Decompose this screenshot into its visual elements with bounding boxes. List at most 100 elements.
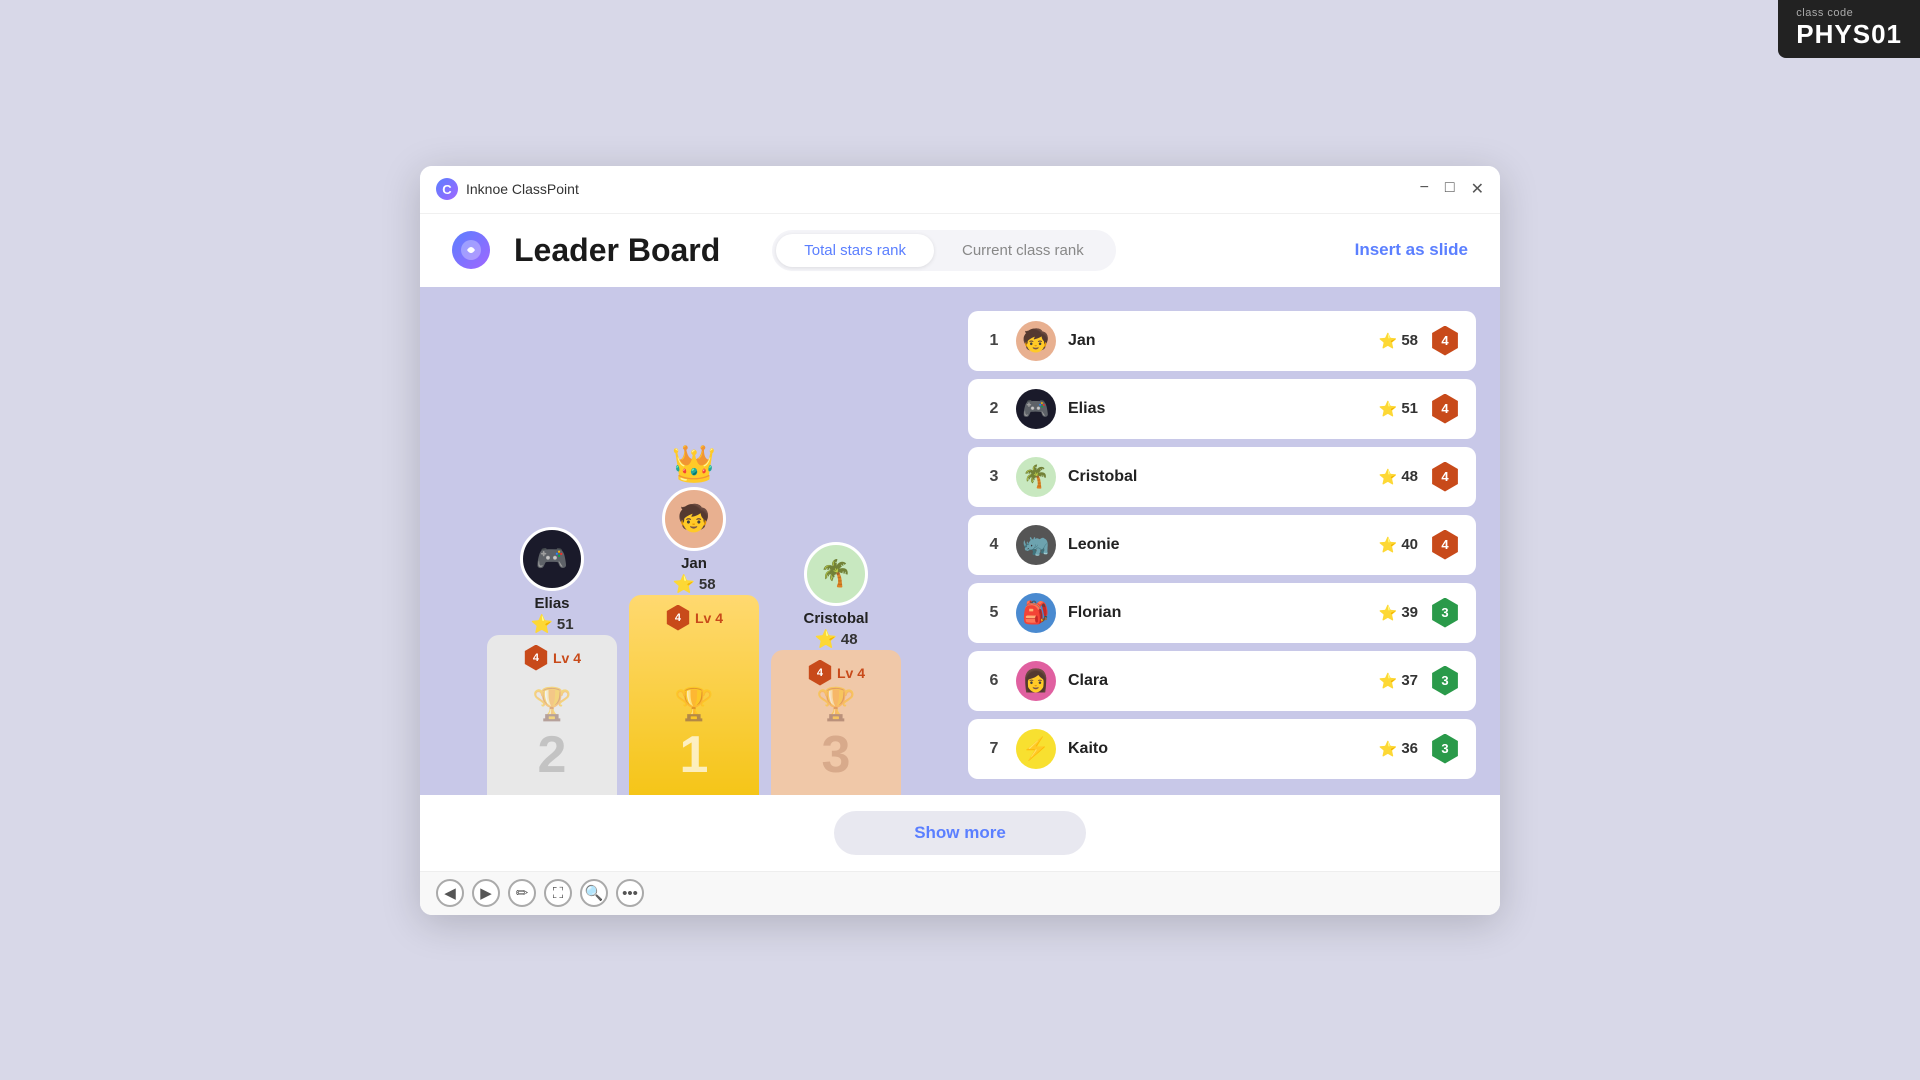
tab-total-stars[interactable]: Total stars rank [776, 234, 934, 267]
frame-button[interactable]: ⛶ [544, 879, 572, 907]
trophy-icon-2: 🏆 [532, 685, 572, 723]
rank-name: Jan [1068, 332, 1367, 350]
maximize-button[interactable]: □ [1445, 179, 1455, 199]
star-icon: ⭐ [1379, 672, 1398, 690]
podium-rank-1: 1 [680, 729, 709, 781]
crown-icon: 👑 [672, 443, 717, 485]
rank-star-count: 40 [1401, 536, 1418, 553]
trophy-icon-3: 🏆 [816, 685, 856, 723]
podium-player-2: 🎮 Elias ⭐ 51 4 Lv 4 🏆 2 [487, 527, 617, 795]
podium-rank-2: 2 [538, 729, 567, 781]
rank-number: 6 [984, 672, 1004, 690]
rank-avatar: 🎒 [1016, 593, 1056, 633]
podium-rank-3: 3 [822, 729, 851, 781]
minimize-button[interactable]: − [1420, 179, 1429, 199]
rank-stars: ⭐ 36 [1379, 740, 1418, 758]
player-name-elias: Elias [534, 595, 569, 612]
insert-as-slide-button[interactable]: Insert as slide [1355, 240, 1468, 260]
rank-level-badge: 3 [1430, 666, 1460, 696]
star-icon: ⭐ [1379, 604, 1398, 622]
trophy-icon-1: 🏆 [674, 685, 714, 723]
class-code-badge: class code PHYS01 [1778, 0, 1920, 58]
leaderboard-area: 🎮 Elias ⭐ 51 4 Lv 4 🏆 2 [420, 287, 1500, 795]
star-icon: ⭐ [814, 629, 836, 650]
back-button[interactable]: ◀ [436, 879, 464, 907]
player-name-cristobal: Cristobal [803, 610, 868, 627]
app-title: Inknoe ClassPoint [466, 181, 579, 197]
app-logo-icon: C [436, 178, 458, 200]
rank-row-6: 6 👩 Clara ⭐ 37 3 [968, 651, 1476, 711]
tab-current-class[interactable]: Current class rank [934, 234, 1112, 267]
rank-number: 2 [984, 400, 1004, 418]
pen-button[interactable]: ✏ [508, 879, 536, 907]
window-controls: − □ ✕ [1420, 179, 1484, 199]
avatar-cristobal: 🌴 [804, 542, 868, 606]
player-stars-jan: ⭐ 58 [672, 574, 715, 595]
player-name-jan: Jan [681, 555, 707, 572]
toolbar: ◀ ▶ ✏ ⛶ 🔍 ••• [420, 871, 1500, 915]
podium-block-3: 4 Lv 4 🏆 3 [771, 650, 901, 795]
header: Leader Board Total stars rank Current cl… [420, 214, 1500, 287]
rank-number: 1 [984, 332, 1004, 350]
avatar-jan: 🧒 [662, 487, 726, 551]
lv-hex-elias: 4 [523, 645, 549, 671]
rank-avatar: 👩 [1016, 661, 1056, 701]
lv-badge-elias: 4 Lv 4 [523, 645, 581, 671]
more-options-button[interactable]: ••• [616, 879, 644, 907]
titlebar: C Inknoe ClassPoint − □ ✕ [420, 166, 1500, 214]
rank-star-count: 48 [1401, 468, 1418, 485]
lv-badge-jan: 4 Lv 4 [665, 605, 723, 631]
rank-star-count: 39 [1401, 604, 1418, 621]
rank-name: Leonie [1068, 536, 1367, 554]
forward-button[interactable]: ▶ [472, 879, 500, 907]
rank-number: 4 [984, 536, 1004, 554]
page-title: Leader Board [514, 232, 720, 269]
rank-row-5: 5 🎒 Florian ⭐ 39 3 [968, 583, 1476, 643]
rank-row-4: 4 🦏 Leonie ⭐ 40 4 [968, 515, 1476, 575]
rank-row-3: 3 🌴 Cristobal ⭐ 48 4 [968, 447, 1476, 507]
tab-group: Total stars rank Current class rank [772, 230, 1115, 271]
class-id: PHYS01 [1796, 19, 1902, 50]
rank-name: Clara [1068, 672, 1367, 690]
rank-star-count: 51 [1401, 400, 1418, 417]
lv-hex-jan: 4 [665, 605, 691, 631]
rank-number: 3 [984, 468, 1004, 486]
zoom-button[interactable]: 🔍 [580, 879, 608, 907]
rank-name: Elias [1068, 400, 1367, 418]
rank-star-count: 58 [1401, 332, 1418, 349]
header-logo-icon [452, 231, 490, 269]
podium-players: 🎮 Elias ⭐ 51 4 Lv 4 🏆 2 [444, 443, 944, 795]
rank-name: Florian [1068, 604, 1367, 622]
rank-avatar: 🧒 [1016, 321, 1056, 361]
rank-number: 7 [984, 740, 1004, 758]
podium-player-3: 🌴 Cristobal ⭐ 48 4 Lv 4 🏆 3 [771, 542, 901, 795]
close-button[interactable]: ✕ [1471, 179, 1484, 199]
lv-hex-cristobal: 4 [807, 660, 833, 686]
podium-block-1: 4 Lv 4 🏆 1 [629, 595, 759, 795]
rank-star-count: 36 [1401, 740, 1418, 757]
class-label: class code [1796, 8, 1853, 19]
rank-row-7: 7 ⚡ Kaito ⭐ 36 3 [968, 719, 1476, 779]
rank-stars: ⭐ 40 [1379, 536, 1418, 554]
rank-stars: ⭐ 48 [1379, 468, 1418, 486]
rank-avatar: ⚡ [1016, 729, 1056, 769]
podium-block-2: 4 Lv 4 🏆 2 [487, 635, 617, 795]
rank-level-badge: 4 [1430, 394, 1460, 424]
rank-stars: ⭐ 39 [1379, 604, 1418, 622]
rank-name: Kaito [1068, 740, 1367, 758]
rank-level-badge: 4 [1430, 530, 1460, 560]
rank-stars: ⭐ 51 [1379, 400, 1418, 418]
rank-level-badge: 4 [1430, 462, 1460, 492]
main-window: C Inknoe ClassPoint − □ ✕ Leader Board T… [420, 166, 1500, 915]
rank-number: 5 [984, 604, 1004, 622]
star-icon: ⭐ [1379, 536, 1398, 554]
star-icon: ⭐ [1379, 400, 1398, 418]
rank-row-2: 2 🎮 Elias ⭐ 51 4 [968, 379, 1476, 439]
rank-level-badge: 4 [1430, 326, 1460, 356]
star-icon: ⭐ [1379, 468, 1398, 486]
rank-level-badge: 3 [1430, 734, 1460, 764]
player-stars-cristobal: ⭐ 48 [814, 629, 857, 650]
rank-name: Cristobal [1068, 468, 1367, 486]
star-icon: ⭐ [1379, 332, 1398, 350]
show-more-button[interactable]: Show more [834, 811, 1086, 855]
